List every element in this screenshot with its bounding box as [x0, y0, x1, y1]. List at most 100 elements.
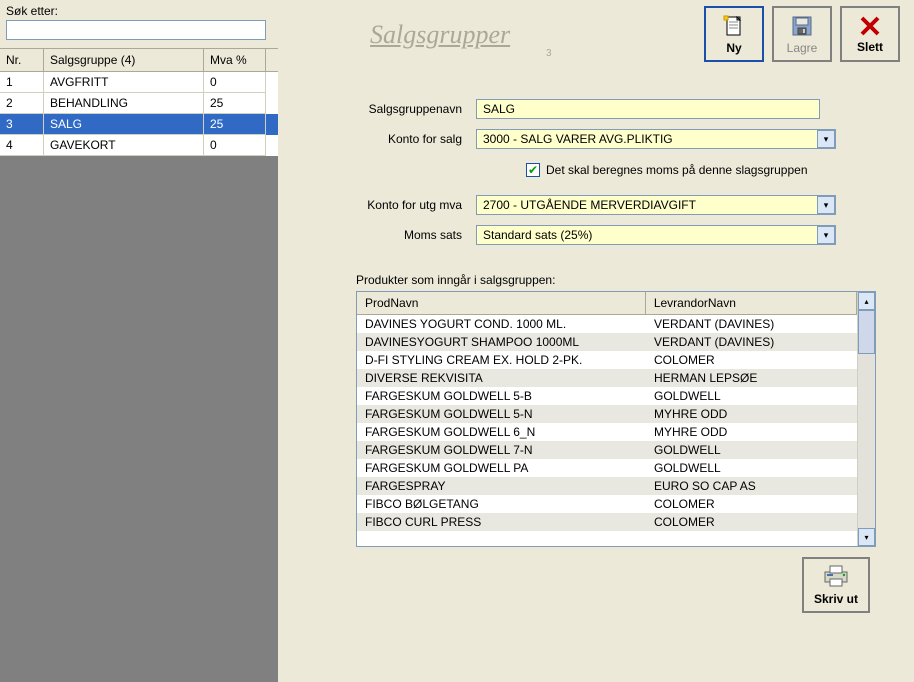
product-row[interactable]: FARGESKUM GOLDWELL 6_NMYHRE ODD — [357, 423, 857, 441]
new-button[interactable]: Ny — [704, 6, 764, 62]
right-panel: Ny Lagre — [278, 0, 914, 682]
product-cell-name: FIBCO BØLGETANG — [357, 495, 646, 513]
chevron-down-icon: ▾ — [864, 533, 868, 542]
label-vat-rate: Moms sats — [336, 228, 476, 242]
grid-cell-name: GAVEKORT — [44, 135, 204, 156]
grid-header-name[interactable]: Salgsgruppe (4) — [44, 49, 204, 71]
floppy-icon — [790, 14, 814, 38]
grid-cell-nr: 1 — [0, 72, 44, 93]
product-row[interactable]: DAVINESYOGURT SHAMPOO 1000MLVERDANT (DAV… — [357, 333, 857, 351]
grid-cell-nr: 2 — [0, 93, 44, 114]
scroll-track[interactable] — [858, 310, 875, 528]
product-cell-name: FARGESKUM GOLDWELL 6_N — [357, 423, 646, 441]
form-area: Salgsgruppenavn Konto for salg ▾ ✔ Det s… — [336, 99, 896, 245]
label-salesgroup-name: Salgsgruppenavn — [336, 102, 476, 116]
products-header-name[interactable]: ProdNavn — [357, 292, 646, 314]
grid-cell-mva: 0 — [204, 135, 266, 156]
product-cell-vendor: MYHRE ODD — [646, 405, 857, 423]
search-input[interactable] — [6, 20, 266, 40]
product-cell-name: DAVINESYOGURT SHAMPOO 1000ML — [357, 333, 646, 351]
label-out-vat-account: Konto for utg mva — [336, 198, 476, 212]
grid-cell-mva: 25 — [204, 114, 266, 135]
toolbar: Ny Lagre — [704, 6, 900, 62]
product-cell-vendor: VERDANT (DAVINES) — [646, 333, 857, 351]
delete-button-label: Slett — [857, 40, 883, 54]
combo-sales-account-button[interactable]: ▾ — [817, 130, 835, 148]
combo-sales-account[interactable] — [476, 129, 836, 149]
product-cell-name: FARGESPRAY — [357, 477, 646, 495]
print-button-label: Skriv ut — [814, 592, 858, 606]
products-scrollbar[interactable]: ▴ ▾ — [857, 292, 875, 546]
save-button[interactable]: Lagre — [772, 6, 832, 62]
grid-header-nr[interactable]: Nr. — [0, 49, 44, 71]
product-cell-vendor: VERDANT (DAVINES) — [646, 315, 857, 333]
vat-checkbox[interactable]: ✔ — [526, 163, 540, 177]
grid-cell-mva: 0 — [204, 72, 266, 93]
print-button[interactable]: Skriv ut — [802, 557, 870, 613]
product-cell-vendor: GOLDWELL — [646, 441, 857, 459]
product-cell-vendor: GOLDWELL — [646, 459, 857, 477]
product-cell-name: FARGESKUM GOLDWELL PA — [357, 459, 646, 477]
printer-icon — [822, 565, 850, 590]
products-header: ProdNavn LevrandorNavn — [357, 292, 857, 315]
grid-cell-name: BEHANDLING — [44, 93, 204, 114]
products-area: Produkter som inngår i salgsgruppen: Pro… — [356, 273, 876, 547]
scroll-thumb[interactable] — [858, 310, 875, 354]
product-cell-vendor: COLOMER — [646, 495, 857, 513]
product-row[interactable]: DAVINES YOGURT COND. 1000 ML.VERDANT (DA… — [357, 315, 857, 333]
new-button-label: Ny — [726, 41, 741, 55]
grid-cell-nr: 4 — [0, 135, 44, 156]
product-row[interactable]: FARGESPRAYEURO SO CAP AS — [357, 477, 857, 495]
products-list: ProdNavn LevrandorNavn DAVINES YOGURT CO… — [356, 291, 876, 547]
product-cell-name: FARGESKUM GOLDWELL 5-N — [357, 405, 646, 423]
product-row[interactable]: FARGESKUM GOLDWELL PAGOLDWELL — [357, 459, 857, 477]
delete-x-icon — [859, 15, 881, 37]
vat-checkbox-label: Det skal beregnes moms på denne slagsgru… — [546, 163, 808, 177]
combo-out-vat-account[interactable] — [476, 195, 836, 215]
label-sales-account: Konto for salg — [336, 132, 476, 146]
combo-out-vat-account-button[interactable]: ▾ — [817, 196, 835, 214]
product-cell-name: DIVERSE REKVISITA — [357, 369, 646, 387]
product-cell-name: DAVINES YOGURT COND. 1000 ML. — [357, 315, 646, 333]
product-row[interactable]: FIBCO BØLGETANGCOLOMER — [357, 495, 857, 513]
grid-cell-name: SALG — [44, 114, 204, 135]
grid-row[interactable]: 2BEHANDLING25 — [0, 93, 278, 114]
product-cell-name: FARGESKUM GOLDWELL 7-N — [357, 441, 646, 459]
product-row[interactable]: D-FI STYLING CREAM EX. HOLD 2-PK.COLOMER — [357, 351, 857, 369]
save-button-label: Lagre — [787, 41, 818, 55]
new-document-icon — [722, 14, 746, 38]
scroll-up-button[interactable]: ▴ — [858, 292, 875, 310]
search-label: Søk etter: — [6, 4, 272, 18]
combo-vat-rate[interactable] — [476, 225, 836, 245]
grid-row[interactable]: 4GAVEKORT0 — [0, 135, 278, 156]
products-label: Produkter som inngår i salgsgruppen: — [356, 273, 876, 287]
product-cell-vendor: MYHRE ODD — [646, 423, 857, 441]
product-row[interactable]: FIBCO CURL PRESSCOLOMER — [357, 513, 857, 531]
combo-vat-rate-button[interactable]: ▾ — [817, 226, 835, 244]
grid-cell-name: AVGFRITT — [44, 72, 204, 93]
chevron-down-icon: ▾ — [824, 200, 829, 211]
product-cell-vendor: GOLDWELL — [646, 387, 857, 405]
product-cell-name: D-FI STYLING CREAM EX. HOLD 2-PK. — [357, 351, 646, 369]
product-cell-name: FARGESKUM GOLDWELL 5-B — [357, 387, 646, 405]
search-area: Søk etter: — [0, 0, 278, 48]
product-cell-vendor: HERMAN LEPSØE — [646, 369, 857, 387]
scroll-down-button[interactable]: ▾ — [858, 528, 875, 546]
grid-cell-mva: 25 — [204, 93, 266, 114]
product-row[interactable]: FARGESKUM GOLDWELL 5-BGOLDWELL — [357, 387, 857, 405]
product-row[interactable]: FARGESKUM GOLDWELL 5-NMYHRE ODD — [357, 405, 857, 423]
grid-row[interactable]: 1AVGFRITT0 — [0, 72, 278, 93]
delete-button[interactable]: Slett — [840, 6, 900, 62]
input-salesgroup-name[interactable] — [476, 99, 820, 119]
chevron-down-icon: ▾ — [824, 230, 829, 241]
grid-header: Nr. Salgsgruppe (4) Mva % — [0, 48, 278, 72]
product-row[interactable]: DIVERSE REKVISITAHERMAN LEPSØE — [357, 369, 857, 387]
grid-row[interactable]: 3SALG25 — [0, 114, 278, 135]
product-cell-name: FIBCO CURL PRESS — [357, 513, 646, 531]
grid-header-mva[interactable]: Mva % — [204, 49, 266, 71]
salesgroup-grid: Nr. Salgsgruppe (4) Mva % 1AVGFRITT02BEH… — [0, 48, 278, 156]
product-cell-vendor: COLOMER — [646, 351, 857, 369]
products-header-vendor[interactable]: LevrandorNavn — [646, 292, 857, 314]
left-panel: Søk etter: Nr. Salgsgruppe (4) Mva % 1AV… — [0, 0, 278, 682]
product-row[interactable]: FARGESKUM GOLDWELL 7-NGOLDWELL — [357, 441, 857, 459]
